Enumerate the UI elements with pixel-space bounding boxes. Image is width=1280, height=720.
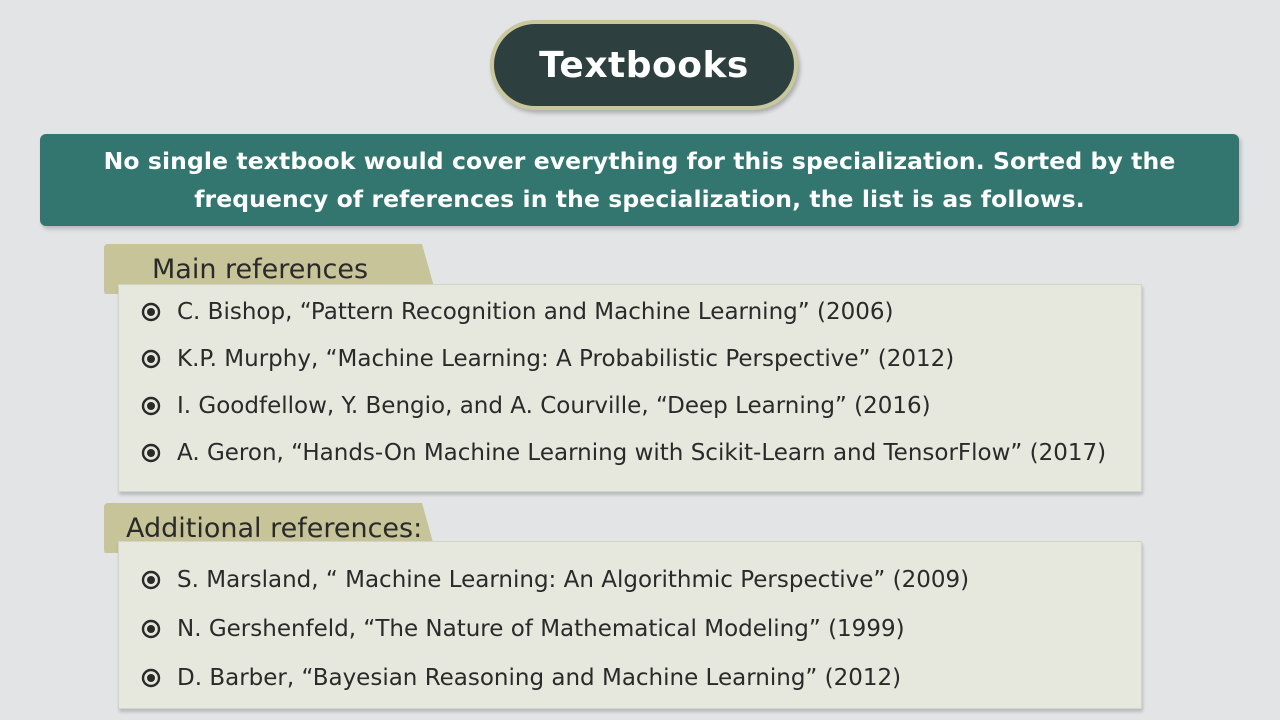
- reference-text: D. Barber, “Bayesian Reasoning and Machi…: [177, 665, 902, 691]
- reference-text: S. Marsland, “ Machine Learning: An Algo…: [177, 567, 970, 593]
- main-references-panel: C. Bishop, “Pattern Recognition and Mach…: [118, 284, 1142, 492]
- reference-text: K.P. Murphy, “Machine Learning: A Probab…: [177, 346, 955, 372]
- circled-dot-bullet-icon: [141, 349, 161, 369]
- circled-dot-bullet-icon: [141, 302, 161, 322]
- additional-references-panel: S. Marsland, “ Machine Learning: An Algo…: [118, 541, 1142, 709]
- circled-dot-bullet-icon: [141, 396, 161, 416]
- list-item: I. Goodfellow, Y. Bengio, and A. Courvil…: [141, 393, 931, 419]
- circled-dot-bullet-icon: [141, 668, 161, 688]
- circled-dot-bullet-icon: [141, 619, 161, 639]
- reference-text: A. Geron, “Hands-On Machine Learning wit…: [177, 440, 1107, 466]
- list-item: A. Geron, “Hands-On Machine Learning wit…: [141, 440, 1106, 466]
- circled-dot-bullet-icon: [141, 570, 161, 590]
- page-title: Textbooks: [539, 44, 749, 86]
- list-item: C. Bishop, “Pattern Recognition and Mach…: [141, 299, 893, 325]
- title-banner: Textbooks: [490, 20, 798, 110]
- list-item: K.P. Murphy, “Machine Learning: A Probab…: [141, 346, 954, 372]
- reference-text: C. Bishop, “Pattern Recognition and Mach…: [177, 299, 894, 325]
- list-item: S. Marsland, “ Machine Learning: An Algo…: [141, 567, 969, 593]
- reference-text: N. Gershenfeld, “The Nature of Mathemati…: [177, 616, 905, 642]
- circled-dot-bullet-icon: [141, 443, 161, 463]
- intro-box: No single textbook would cover everythin…: [40, 134, 1239, 226]
- main-references-heading: Main references: [152, 253, 369, 285]
- list-item: N. Gershenfeld, “The Nature of Mathemati…: [141, 616, 905, 642]
- list-item: D. Barber, “Bayesian Reasoning and Machi…: [141, 665, 901, 691]
- reference-text: I. Goodfellow, Y. Bengio, and A. Courvil…: [177, 393, 931, 419]
- additional-references-heading: Additional references:: [126, 512, 423, 544]
- intro-text: No single textbook would cover everythin…: [103, 147, 1176, 213]
- slide: Textbooks No single textbook would cover…: [0, 0, 1280, 720]
